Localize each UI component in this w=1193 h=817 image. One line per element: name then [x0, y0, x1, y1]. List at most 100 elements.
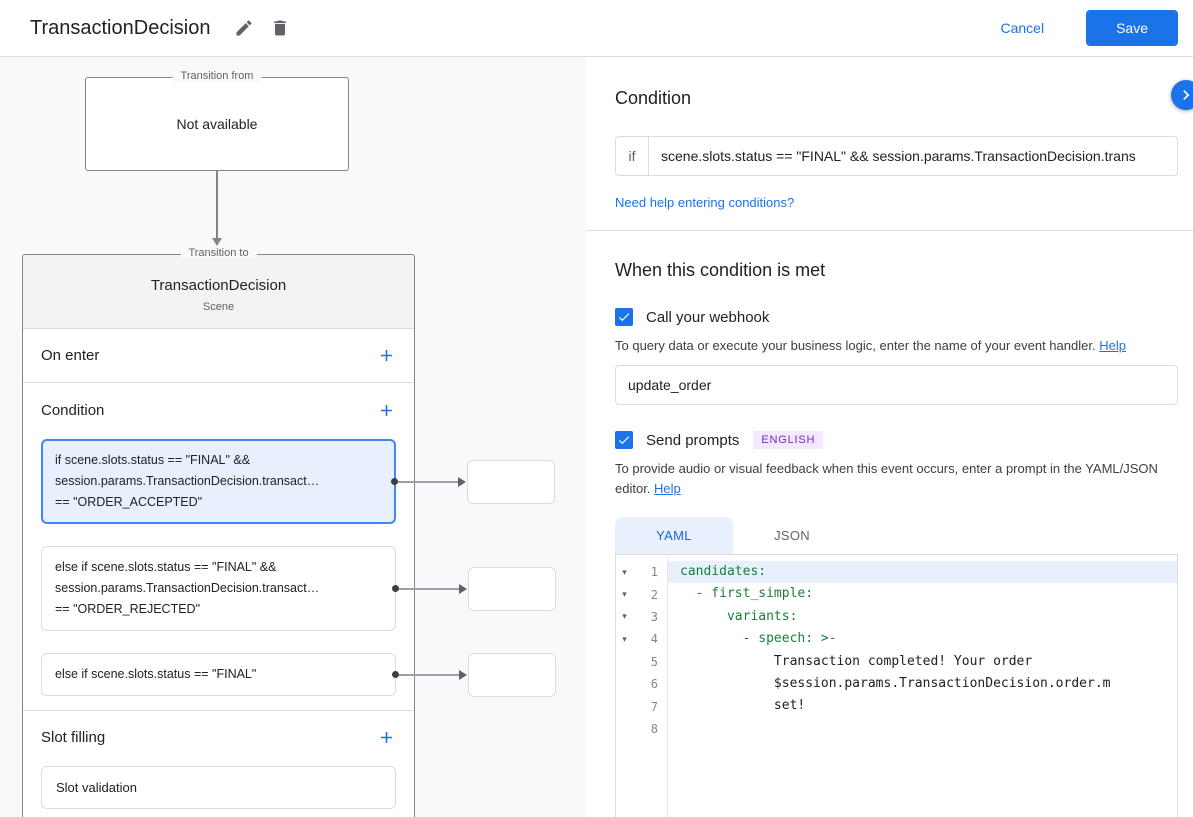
when-condition-met-title: When this condition is met: [615, 231, 1178, 281]
condition-card-rejected[interactable]: else if scene.slots.status == "FINAL" &&…: [41, 546, 396, 631]
scene-subtitle: Scene: [23, 301, 414, 313]
fold-arrow-icon[interactable]: ▾: [616, 634, 633, 645]
transition-to-box: Transition to TransactionDecision Scene …: [22, 254, 415, 817]
prompts-description: To provide audio or visual feedback when…: [615, 459, 1178, 499]
code-line[interactable]: variants:: [668, 606, 1177, 628]
connector-line: [399, 674, 461, 676]
code-line[interactable]: set!: [668, 695, 1177, 717]
scene-header[interactable]: TransactionDecision Scene: [23, 255, 414, 329]
condition-expression-row: if: [615, 136, 1178, 176]
line-number: 6: [633, 677, 667, 691]
condition-expression-input[interactable]: [649, 137, 1177, 175]
line-number: 3: [633, 610, 667, 624]
if-label: if: [616, 137, 649, 175]
transition-from-value: Not available: [177, 116, 258, 132]
condition-line: == "ORDER_ACCEPTED": [55, 492, 382, 513]
webhook-checkbox[interactable]: [615, 308, 633, 326]
transition-target-box[interactable]: [468, 653, 556, 697]
language-badge: ENGLISH: [753, 431, 823, 449]
slot-filling-label: Slot filling: [41, 729, 105, 746]
editor-gutter: ▾1 ▾2 ▾3 ▾4 5 6 7 8: [616, 555, 668, 817]
code-line[interactable]: candidates:: [668, 561, 1177, 583]
connector-dot[interactable]: [391, 478, 398, 485]
on-enter-row: On enter: [23, 329, 414, 383]
prompts-description-text: To provide audio or visual feedback when…: [615, 461, 1158, 496]
pencil-icon: [234, 18, 254, 38]
line-number: 4: [633, 632, 667, 646]
webhook-check-row: Call your webhook: [615, 308, 1178, 326]
code-line[interactable]: - first_simple:: [668, 583, 1177, 605]
condition-card-final[interactable]: else if scene.slots.status == "FINAL": [41, 653, 396, 696]
trash-icon: [270, 18, 290, 38]
condition-line: if scene.slots.status == "FINAL" &&: [55, 450, 382, 471]
prompts-checkbox-label: Send prompts: [646, 432, 739, 449]
code-line[interactable]: $session.params.TransactionDecision.orde…: [668, 673, 1177, 695]
webhook-help-link[interactable]: Help: [1099, 338, 1126, 353]
top-header: TransactionDecision Cancel Save: [0, 0, 1193, 57]
connector-line: [398, 481, 460, 483]
connector-arrow-icon: [459, 584, 467, 594]
checkmark-icon: [617, 433, 631, 447]
condition-editor-panel: Condition if Need help entering conditio…: [587, 57, 1193, 817]
fold-arrow-icon[interactable]: ▾: [616, 611, 633, 622]
connector-arrow-icon: [458, 477, 466, 487]
editor-code-area[interactable]: candidates: - first_simple: variants: - …: [668, 555, 1177, 817]
page-title: TransactionDecision: [30, 17, 210, 40]
connector-arrow-icon: [459, 670, 467, 680]
edit-title-button[interactable]: [226, 12, 262, 44]
tab-json[interactable]: JSON: [733, 517, 851, 554]
line-number: 2: [633, 588, 667, 602]
fold-arrow-icon[interactable]: ▾: [616, 567, 633, 578]
on-enter-label: On enter: [41, 347, 99, 364]
scene-flow-canvas[interactable]: Transition from Not available Transition…: [0, 57, 587, 817]
fold-arrow-icon[interactable]: ▾: [616, 589, 633, 600]
collapse-panel-button[interactable]: [1171, 80, 1193, 110]
condition-line: session.params.TransactionDecision.trans…: [55, 578, 382, 599]
delete-scene-button[interactable]: [262, 12, 298, 44]
code-line[interactable]: [668, 718, 1177, 740]
transition-to-legend: Transition to: [180, 247, 256, 259]
panel-title: Condition: [615, 57, 1178, 109]
scene-title: TransactionDecision: [23, 277, 414, 294]
condition-card-accepted[interactable]: if scene.slots.status == "FINAL" && sess…: [41, 439, 396, 524]
transition-target-box[interactable]: [467, 460, 555, 504]
webhook-description-text: To query data or execute your business l…: [615, 338, 1096, 353]
webhook-handler-input[interactable]: [615, 365, 1178, 405]
cancel-button[interactable]: Cancel: [994, 12, 1050, 44]
code-line[interactable]: Transaction completed! Your order: [668, 651, 1177, 673]
add-slot-button[interactable]: [377, 728, 396, 747]
add-on-enter-button[interactable]: [377, 346, 396, 365]
prompts-check-row: Send prompts ENGLISH: [615, 431, 1178, 449]
add-condition-button[interactable]: [377, 401, 396, 420]
chevron-right-icon: [1176, 85, 1193, 105]
yaml-code-editor[interactable]: ▾1 ▾2 ▾3 ▾4 5 6 7 8 candidates: - first_…: [615, 554, 1178, 817]
transition-target-box[interactable]: [468, 567, 556, 611]
connector-dot[interactable]: [392, 671, 399, 678]
main-split: Transition from Not available Transition…: [0, 57, 1193, 817]
flow-down-arrow-icon: [216, 171, 218, 239]
condition-line: session.params.TransactionDecision.trans…: [55, 471, 382, 492]
line-number: 5: [633, 655, 667, 669]
condition-line: else if scene.slots.status == "FINAL": [55, 664, 382, 685]
connector-dot[interactable]: [392, 585, 399, 592]
condition-line: == "ORDER_REJECTED": [55, 599, 382, 620]
prompts-help-link[interactable]: Help: [654, 481, 681, 496]
line-number: 7: [633, 700, 667, 714]
tab-yaml[interactable]: YAML: [615, 517, 733, 554]
checkmark-icon: [617, 310, 631, 324]
webhook-checkbox-label: Call your webhook: [646, 309, 769, 326]
transition-from-box: Transition from Not available: [85, 77, 349, 171]
line-number: 1: [633, 565, 667, 579]
connector-line: [399, 588, 461, 590]
slot-validation-card[interactable]: Slot validation: [41, 766, 396, 809]
code-line[interactable]: - speech: >-: [668, 628, 1177, 650]
transition-from-legend: Transition from: [173, 70, 262, 82]
condition-line: else if scene.slots.status == "FINAL" &&: [55, 557, 382, 578]
line-number: 8: [633, 722, 667, 736]
slot-filling-row: Slot filling: [23, 710, 414, 764]
condition-section-row: Condition: [23, 383, 414, 437]
condition-section-label: Condition: [41, 402, 104, 419]
save-button[interactable]: Save: [1086, 10, 1178, 46]
prompts-checkbox[interactable]: [615, 431, 633, 449]
conditions-help-link[interactable]: Need help entering conditions?: [615, 195, 794, 210]
